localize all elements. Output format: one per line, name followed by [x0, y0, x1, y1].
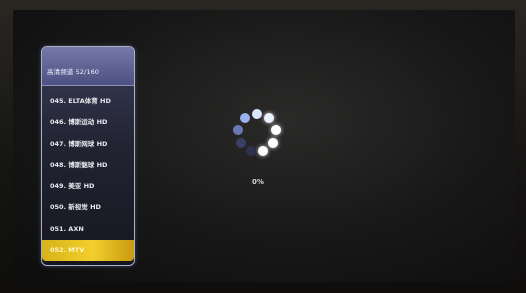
- spinner-dot: [233, 124, 244, 135]
- channel-label: 047. 博斯网球 HD: [50, 139, 108, 148]
- channel-label: 046. 博斯运动 HD: [50, 118, 108, 127]
- channel-item-051[interactable]: 051. AXN: [42, 219, 134, 240]
- spinner-dot: [239, 113, 250, 124]
- loading-spinner-icon: [230, 106, 284, 160]
- channel-label: 050. 新视觉 HD: [50, 203, 101, 212]
- channel-label: 045. ELTA体育 HD: [50, 97, 111, 105]
- spinner-dot: [258, 145, 269, 156]
- channel-item-047[interactable]: 047. 博斯网球 HD: [42, 134, 134, 155]
- loading-progress-text: 0%: [252, 178, 264, 186]
- channel-item-049[interactable]: 049. 美亚 HD: [42, 176, 134, 197]
- channel-list-panel: 高清频道 52/160 045. ELTA体育 HD 046. 博斯运动 HD …: [41, 46, 135, 266]
- channel-label: 049. 美亚 HD: [50, 182, 95, 191]
- channel-item-052-selected[interactable]: 052. MTV: [42, 240, 134, 262]
- spinner-dot: [252, 109, 262, 119]
- spinner-dot: [268, 137, 279, 148]
- channel-item-050[interactable]: 050. 新视觉 HD: [42, 197, 134, 218]
- channel-panel-header: 高清频道 52/160: [42, 47, 134, 86]
- channel-panel-title: 高清频道 52/160: [47, 68, 100, 76]
- channel-item-046[interactable]: 046. 博斯运动 HD: [42, 112, 134, 133]
- channel-label: 052. MTV: [50, 246, 85, 255]
- tv-bezel: 高清频道 52/160 045. ELTA体育 HD 046. 博斯运动 HD …: [0, 0, 526, 293]
- spinner-dot: [245, 145, 256, 156]
- channel-item-045[interactable]: 045. ELTA体育 HD: [42, 91, 134, 112]
- channel-list: 045. ELTA体育 HD 046. 博斯运动 HD 047. 博斯网球 HD…: [42, 91, 134, 262]
- channel-item-048[interactable]: 048. 博斯魅球 HD: [42, 155, 134, 176]
- spinner-dot: [270, 124, 281, 135]
- spinner-dot: [264, 113, 275, 124]
- spinner-dot: [235, 137, 246, 148]
- channel-label: 051. AXN: [50, 224, 84, 233]
- channel-label: 048. 博斯魅球 HD: [50, 160, 108, 169]
